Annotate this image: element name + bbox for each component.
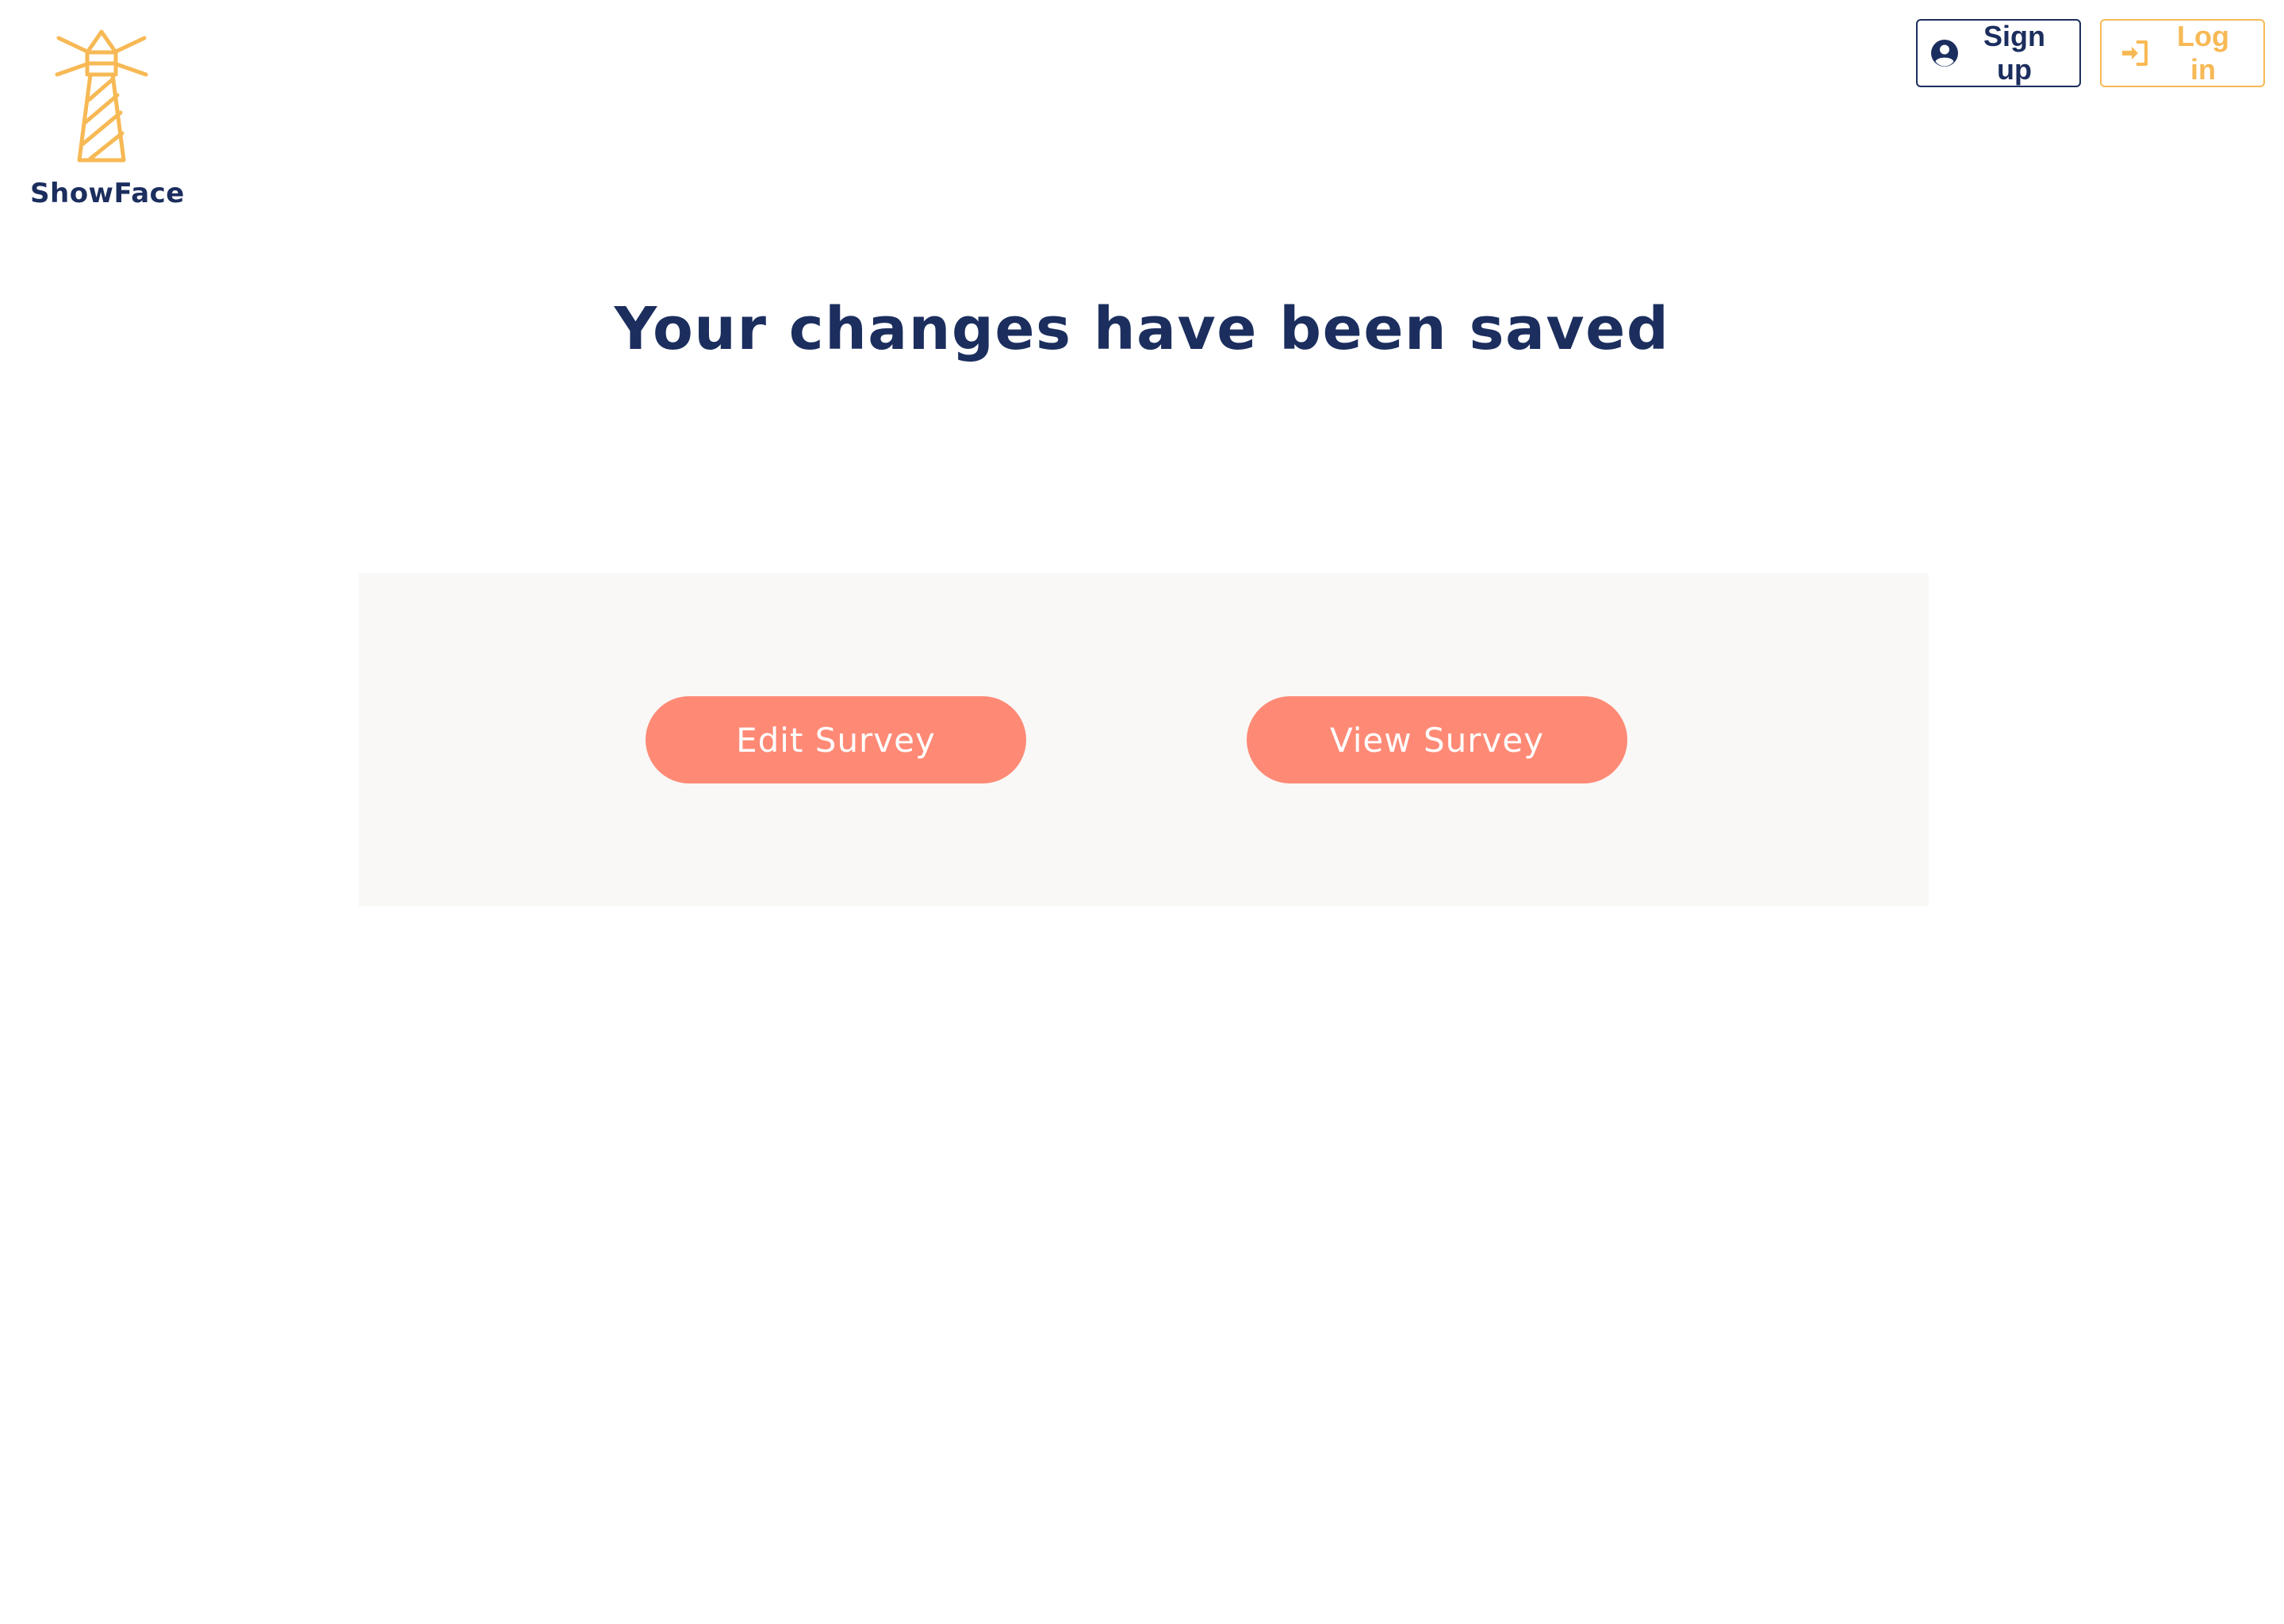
log-in-label: Log in bbox=[2177, 20, 2229, 86]
brand-name: ShowFace bbox=[30, 178, 185, 209]
edit-survey-label: Edit Survey bbox=[736, 720, 936, 760]
action-panel: Edit Survey View Survey bbox=[358, 573, 1929, 906]
view-survey-button[interactable]: View Survey bbox=[1247, 696, 1627, 783]
user-circle-icon bbox=[1931, 40, 1958, 67]
auth-actions: Sign up Log in bbox=[1916, 19, 2265, 87]
sign-up-button[interactable]: Sign up bbox=[1916, 19, 2081, 87]
page: ShowFace Sign up Log in Your changes hav… bbox=[0, 0, 2284, 1624]
sign-up-label: Sign up bbox=[1983, 20, 2045, 86]
log-in-button[interactable]: Log in bbox=[2100, 19, 2265, 87]
edit-survey-button[interactable]: Edit Survey bbox=[646, 696, 1026, 783]
lighthouse-icon bbox=[55, 29, 148, 163]
brand-home-link[interactable]: ShowFace bbox=[30, 29, 185, 209]
view-survey-label: View Survey bbox=[1329, 720, 1545, 760]
sign-in-icon bbox=[2122, 40, 2148, 66]
page-title: Your changes have been saved bbox=[614, 295, 1670, 363]
